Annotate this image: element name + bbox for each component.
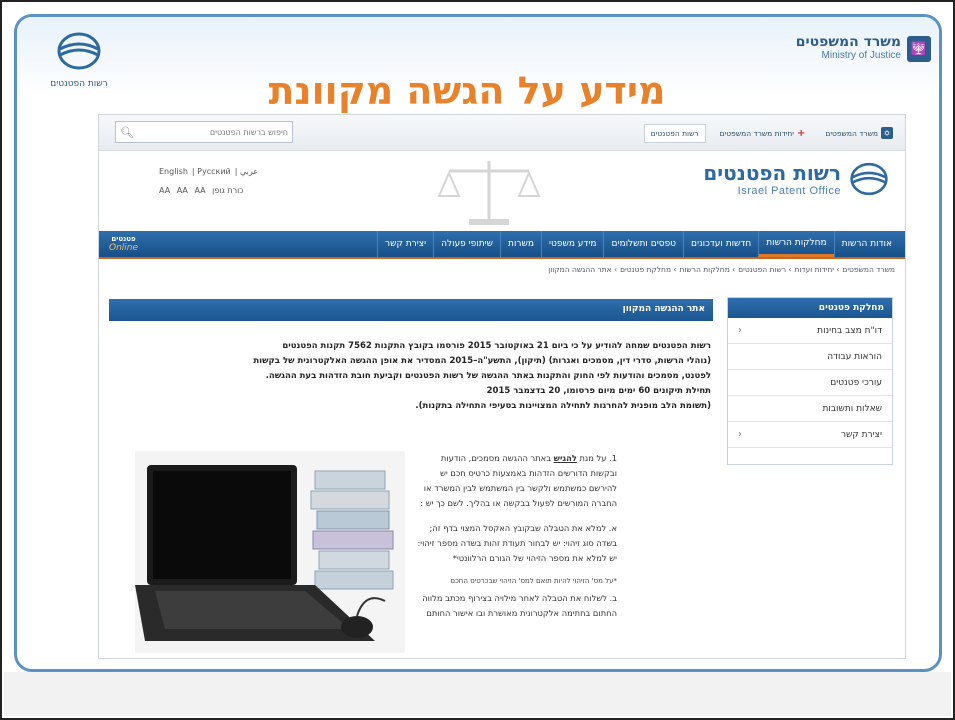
instruction-note: *על מס' הזיהוי להיות תואם למס' הזיהוי שב…	[417, 576, 617, 587]
search-input[interactable]	[138, 128, 288, 137]
patents-online-link[interactable]: פטנטים Online	[109, 235, 138, 253]
top-strip: ✡ משרד המשפטים + יחידות משרד המשפטים רשו…	[99, 115, 905, 151]
instructions-list: 1. על מנת להגיש באתר ההגשה מסמכים, הודעו…	[417, 451, 617, 631]
lang-russian[interactable]: Pусский	[197, 167, 231, 176]
nav-about[interactable]: אודות הרשות	[834, 231, 899, 257]
slide: רשות הפטנטים 🕎 משרד המשפטים Ministry of …	[0, 0, 955, 720]
toplink-moj[interactable]: ✡ משרד המשפטים	[819, 123, 899, 143]
breadcrumb-item[interactable]: משרד המשפטים	[842, 265, 895, 274]
site-header: רשות הפטנטים Israel Patent Office Englis…	[99, 151, 905, 231]
intro-line: (נוהלי הרשות, סדרי דין, מסמכים ואגרות) (…	[113, 354, 711, 369]
font-size-medium[interactable]: AA	[177, 186, 188, 195]
menorah-icon: 🕎	[907, 36, 931, 62]
laptop-and-binders-image	[135, 451, 405, 653]
sidebar-item-label: שאלות ותשובות	[822, 404, 882, 414]
font-size-large[interactable]: AA	[194, 186, 205, 195]
website-screenshot: ✡ משרד המשפטים + יחידות משרד המשפטים רשו…	[98, 114, 906, 659]
breadcrumb-current: אתר ההגשה המקוון	[548, 265, 612, 274]
sidebar-item-label: הוראות עבודה	[827, 352, 882, 362]
language-switcher: English| Pусский| عربي AA AA AA כורת גופ…	[159, 167, 299, 205]
sidebar-title: מחלקת פטנטים	[728, 298, 892, 318]
site-name-en: Israel Patent Office	[703, 185, 841, 197]
breadcrumb: משרד המשפטים› יחידות ועדות› רשות הפטנטים…	[545, 265, 895, 274]
intro-line: לפטנט, מסמכים והודעות לפי החוק והתקנות ב…	[113, 369, 711, 384]
main-nav: אודות הרשות מחלקות הרשות חדשות ועדכונים …	[99, 231, 905, 259]
plus-icon: +	[797, 128, 805, 139]
moj-name-he: משרד המשפטים	[796, 35, 901, 49]
instruction-item-b: ב. לשלוח את הטבלה לאחר מילויה בצירוף מכת…	[417, 591, 617, 621]
nav-news[interactable]: חדשות ועדכונים	[683, 231, 758, 257]
ipo-emblem-icon	[849, 161, 889, 197]
slide-title: מידע על הגשה מקוונת	[187, 69, 747, 113]
font-size-small[interactable]: AA	[159, 186, 170, 195]
nav-legal[interactable]: מידע משפטי	[541, 231, 604, 257]
nav-jobs[interactable]: משרות	[500, 231, 541, 257]
breadcrumb-item[interactable]: יחידות ועדות	[794, 265, 834, 274]
search-icon[interactable]: 🔍︎	[120, 125, 134, 139]
patents-online-sub: Online	[109, 243, 138, 253]
toplink-label: רשות הפטנטים	[651, 129, 699, 138]
font-size-label: כורת גופן	[212, 186, 243, 195]
nav-contact[interactable]: יצירת קשר	[377, 231, 433, 257]
toplink-units[interactable]: + יחידות משרד המשפטים	[714, 124, 812, 143]
site-logo[interactable]: רשות הפטנטים Israel Patent Office	[703, 161, 889, 197]
sidebar: מחלקת פטנטים דו"ח מצב בחינות ‹ הוראות עב…	[727, 297, 893, 465]
breadcrumb-item[interactable]: מחלקות הרשות	[679, 265, 729, 274]
nav-cooperation[interactable]: שיתופי פעולה	[433, 231, 500, 257]
breadcrumb-item[interactable]: מחלקת פטנטים	[620, 265, 671, 274]
intro-line: תחילת תיקונים 60 ימים מיום פרסומו, 20 בד…	[113, 384, 711, 399]
scales-of-justice-icon	[409, 151, 569, 231]
moj-name-en: Ministry of Justice	[796, 49, 901, 63]
moj-logo: 🕎 משרד המשפטים Ministry of Justice	[781, 29, 931, 69]
sidebar-item-work-instructions[interactable]: הוראות עבודה	[728, 344, 892, 370]
lang-english[interactable]: English	[159, 167, 188, 176]
sidebar-item-exam-status[interactable]: דו"ח מצב בחינות ‹	[728, 318, 892, 344]
menorah-icon: ✡	[881, 127, 893, 139]
top-links: ✡ משרד המשפטים + יחידות משרד המשפטים רשו…	[644, 121, 899, 145]
ipo-logo-label: רשות הפטנטים	[50, 79, 107, 89]
intro-line: רשות הפטנטים שמחה להודיע על כי ביום 21 ב…	[113, 339, 711, 354]
ipo-emblem-icon	[56, 31, 102, 71]
content-heading: אתר ההגשה המקוון	[109, 299, 713, 321]
instruction-item-1: 1. על מנת להגיש באתר ההגשה מסמכים, הודעו…	[417, 451, 617, 511]
toplink-label: משרד המשפטים	[825, 129, 878, 138]
sidebar-item-label: עורכי פטנטים	[830, 378, 882, 388]
ipo-logo: רשות הפטנטים	[29, 31, 129, 101]
nav-departments[interactable]: מחלקות הרשות	[758, 231, 833, 257]
chevron-left-icon: ‹	[738, 325, 742, 336]
sidebar-item-contact[interactable]: יצירת קשר ‹	[728, 422, 892, 448]
intro-text: רשות הפטנטים שמחה להודיע על כי ביום 21 ב…	[113, 339, 711, 414]
nav-forms[interactable]: טפסים ותשלומים	[603, 231, 683, 257]
sidebar-item-patent-attorneys[interactable]: עורכי פטנטים	[728, 370, 892, 396]
submit-link[interactable]: להגיש	[554, 453, 577, 463]
intro-line: (תשומת הלב מופנית להחרגות לתחילה המצויינ…	[113, 399, 711, 414]
sidebar-item-faq[interactable]: שאלות ותשובות	[728, 396, 892, 422]
site-name-he: רשות הפטנטים	[703, 161, 841, 185]
instruction-item-a: א. למלא את הטבלה שבקובץ האקסל המצוי בדף …	[417, 521, 617, 566]
sidebar-item-label: דו"ח מצב בחינות	[817, 326, 882, 336]
breadcrumb-item[interactable]: רשות הפטנטים	[738, 265, 786, 274]
toplink-label: יחידות משרד המשפטים	[720, 129, 794, 138]
chevron-left-icon: ‹	[738, 429, 742, 440]
toplink-ipo[interactable]: רשות הפטנטים	[644, 124, 706, 143]
lang-arabic[interactable]: عربي	[240, 167, 258, 176]
search-box[interactable]: 🔍︎	[115, 121, 293, 143]
sidebar-item-label: יצירת קשר	[841, 430, 882, 440]
slide-footer-area	[4, 672, 951, 716]
